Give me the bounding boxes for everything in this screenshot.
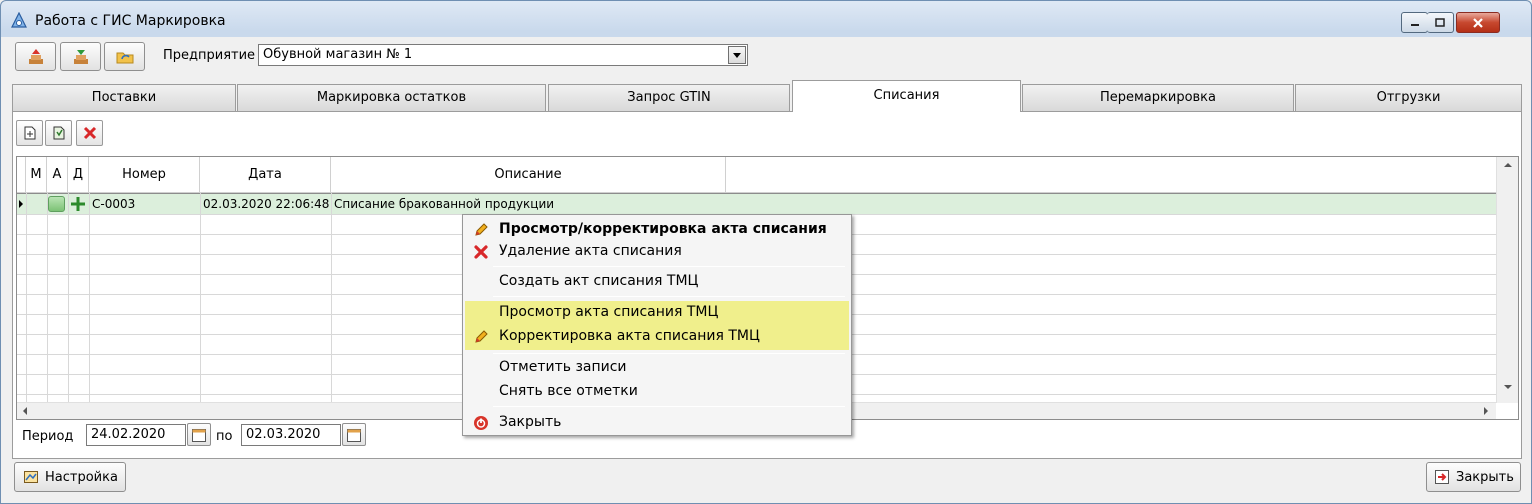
period-from-calendar-button[interactable]: [187, 423, 211, 446]
plus-icon: [71, 197, 85, 211]
calendar-icon: [192, 428, 206, 442]
refresh-button[interactable]: [104, 42, 145, 71]
maximize-button[interactable]: [1427, 12, 1454, 33]
column-header-filler: [726, 157, 1496, 193]
pencil-icon: [475, 330, 488, 343]
close-button-label: Закрыть: [1456, 469, 1514, 485]
window-title: Работа с ГИС Маркировка: [35, 13, 226, 29]
tab-supplies[interactable]: Поставки: [12, 84, 236, 111]
current-row-arrow-icon: [19, 200, 23, 208]
menu-separator: [493, 406, 845, 407]
power-icon: [474, 416, 488, 430]
exit-door-icon: [1435, 470, 1449, 484]
menu-separator: [493, 353, 845, 354]
stack-upload-icon: [28, 48, 43, 64]
settings-picture-icon: [24, 471, 38, 483]
column-header-d[interactable]: Д: [68, 157, 89, 193]
tab-shipments[interactable]: Отгрузки: [1295, 84, 1522, 111]
menu-item-view-act[interactable]: Просмотр акта списания ТМЦ: [465, 301, 849, 325]
minimize-button[interactable]: [1401, 12, 1428, 33]
menu-item-edit-act[interactable]: Корректировка акта списания ТМЦ: [465, 325, 849, 350]
folder-sync-icon: [116, 52, 133, 63]
cell-date: 02.03.2020 22:06:48: [203, 197, 330, 211]
cell-description: Списание бракованной продукции: [334, 197, 555, 211]
menu-item-delete-act[interactable]: Удаление акта списания: [465, 240, 849, 263]
column-header-a[interactable]: А: [47, 157, 68, 193]
close-button[interactable]: Закрыть: [1426, 462, 1521, 492]
edit-doc-button[interactable]: [45, 120, 72, 146]
tab-gtin-request[interactable]: Запрос GTIN: [548, 84, 790, 111]
pencil-icon: [475, 223, 488, 236]
menu-item-label: Просмотр акта списания ТМЦ: [499, 304, 719, 320]
col-divider: [26, 193, 27, 403]
menu-item-label: Просмотр/корректировка акта списания: [499, 221, 827, 237]
calendar-icon: [347, 428, 361, 442]
new-doc-button[interactable]: [16, 120, 43, 146]
period-label: Период: [22, 429, 74, 444]
menu-item-label: Создать акт списания ТМЦ: [499, 273, 699, 289]
company-select[interactable]: Обувной магазин № 1: [258, 44, 748, 66]
app-window: Работа с ГИС Маркировка Предприятие Обув…: [0, 0, 1532, 504]
menu-item-create-act[interactable]: Создать акт списания ТМЦ: [465, 270, 849, 293]
menu-item-mark-records[interactable]: Отметить записи: [465, 356, 849, 379]
row-indicator-header: [17, 157, 26, 193]
menu-item-label: Снять все отметки: [499, 383, 638, 399]
column-header-date[interactable]: Дата: [200, 157, 331, 193]
cell-number: С-0003: [92, 197, 136, 211]
company-select-value: Обувной магазин № 1: [263, 47, 413, 62]
menu-item-clear-marks[interactable]: Снять все отметки: [465, 380, 849, 403]
maximize-icon: [1435, 17, 1445, 27]
context-menu: Просмотр/корректировка акта списания Уда…: [462, 214, 852, 436]
menu-item-label: Отметить записи: [499, 359, 627, 375]
col-divider: [47, 193, 48, 403]
vertical-scrollbar[interactable]: [1496, 157, 1518, 403]
new-document-icon: [24, 126, 35, 140]
company-label: Предприятие: [163, 48, 256, 63]
chevron-down-icon[interactable]: [728, 46, 746, 64]
column-header-description[interactable]: Описание: [331, 157, 726, 193]
period-to-label: по: [216, 429, 233, 444]
menu-item-view-edit-act[interactable]: Просмотр/корректировка акта списания: [465, 218, 849, 241]
import-button[interactable]: [60, 42, 101, 71]
export-button[interactable]: [15, 42, 56, 71]
menu-separator: [493, 266, 845, 267]
minimize-icon: [1410, 23, 1419, 26]
menu-separator: [493, 296, 845, 297]
title-bar[interactable]: Работа с ГИС Маркировка: [1, 1, 1531, 37]
period-to-calendar-button[interactable]: [342, 423, 366, 446]
col-divider: [200, 193, 201, 403]
delete-doc-button[interactable]: [76, 120, 103, 146]
scroll-up-icon[interactable]: [1504, 163, 1512, 169]
app-logo-icon: [11, 12, 27, 28]
settings-button-label: Настройка: [45, 469, 118, 485]
tab-bar: Поставки Маркировка остатков Запрос GTIN…: [12, 80, 1522, 112]
column-header-m[interactable]: М: [26, 157, 47, 193]
tab-writeoffs[interactable]: Списания: [792, 80, 1021, 112]
col-divider: [331, 193, 332, 403]
period-to-input[interactable]: 02.03.2020: [241, 424, 341, 446]
delete-icon: [474, 245, 488, 259]
active-checkbox[interactable]: [48, 196, 65, 212]
scroll-down-icon[interactable]: [1504, 385, 1512, 391]
delete-icon: [83, 126, 96, 140]
menu-item-close[interactable]: Закрыть: [465, 411, 849, 434]
column-header-number[interactable]: Номер: [89, 157, 200, 193]
period-from-input[interactable]: 24.02.2020: [86, 424, 186, 446]
menu-item-label: Корректировка акта списания ТМЦ: [499, 328, 760, 344]
tab-remarking[interactable]: Перемаркировка: [1022, 84, 1294, 111]
window-close-button[interactable]: [1456, 12, 1500, 33]
col-divider: [68, 193, 69, 403]
close-icon: [1473, 17, 1483, 28]
settings-button[interactable]: Настройка: [14, 462, 126, 492]
tab-stock-marking[interactable]: Маркировка остатков: [237, 84, 546, 111]
menu-item-label: Закрыть: [499, 414, 562, 430]
menu-item-label: Удаление акта списания: [499, 243, 682, 259]
stack-download-icon: [73, 49, 88, 64]
col-divider: [89, 193, 90, 403]
document-edit-icon: [53, 126, 64, 140]
